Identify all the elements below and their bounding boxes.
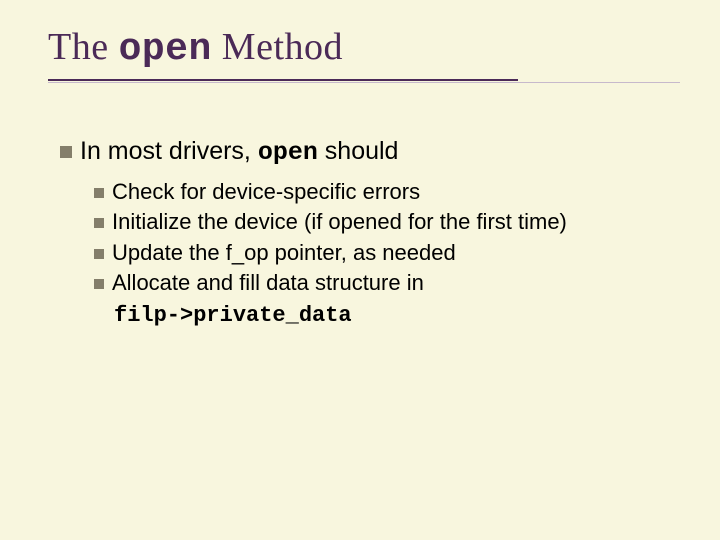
list-item: Check for device-specific errors (94, 178, 684, 207)
list-item: Allocate and fill data structure in (94, 269, 684, 298)
body-content: In most drivers, open should Check for d… (60, 135, 684, 332)
square-bullet-icon (94, 249, 104, 259)
bullet-text: Initialize the device (if opened for the… (112, 209, 567, 234)
underline-thin (48, 82, 680, 83)
square-bullet-icon (94, 279, 104, 289)
title-underline (48, 79, 680, 83)
slide: The open Method In most drivers, open sh… (0, 0, 720, 540)
title-pre: The (48, 26, 119, 68)
title-mono: open (119, 28, 212, 71)
code-continuation: filp->private_data (94, 300, 684, 331)
square-bullet-icon (94, 218, 104, 228)
bullet-text: Allocate and fill data structure in (112, 270, 424, 295)
slide-title: The open Method (48, 25, 680, 71)
square-bullet-icon (94, 188, 104, 198)
bullet-text: Check for device-specific errors (112, 179, 420, 204)
intro-mono: open (258, 138, 318, 167)
intro-post: should (318, 137, 399, 165)
square-bullet-icon (60, 146, 72, 158)
code-text: filp->private_data (114, 303, 352, 328)
underline-thick (48, 79, 518, 81)
intro-pre: In most drivers, (80, 137, 258, 165)
list-item: Update the f_op pointer, as needed (94, 239, 684, 268)
bullet-text: Update the f_op pointer, as needed (112, 240, 456, 265)
title-region: The open Method (48, 25, 680, 83)
intro-line: In most drivers, open should (60, 135, 684, 170)
title-post: Method (212, 26, 343, 68)
list-item: Initialize the device (if opened for the… (94, 208, 684, 237)
